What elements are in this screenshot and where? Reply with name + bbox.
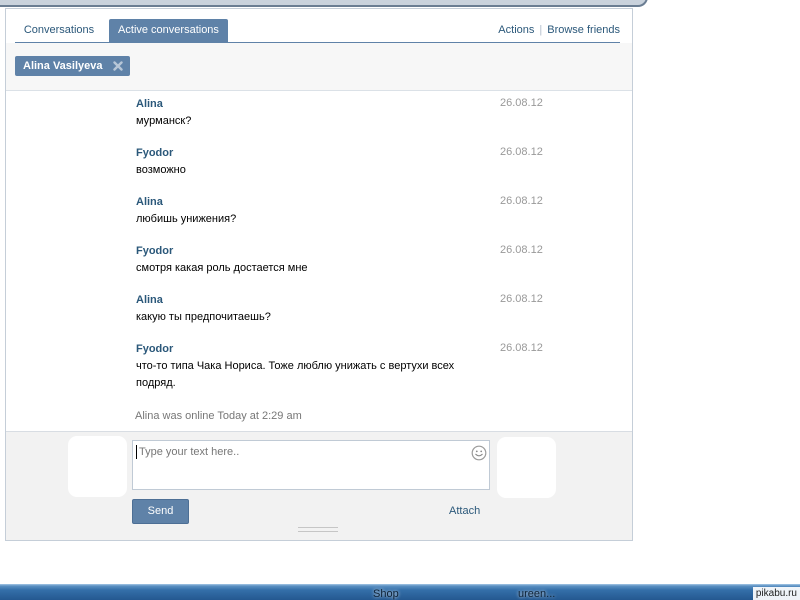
message-date: 26.08.12 — [500, 244, 543, 256]
header-actions: Actions | Browse friends — [498, 19, 620, 42]
message-date: 26.08.12 — [500, 195, 543, 207]
message-author[interactable]: Fyodor — [136, 340, 173, 358]
message-item[interactable]: Alina 26.08.12 любишь унижения? — [6, 193, 632, 242]
composer: Send Attach — [6, 431, 632, 540]
online-status: Alina was online Today at 2:29 am — [135, 410, 302, 422]
resize-grip[interactable] — [298, 527, 338, 532]
own-avatar[interactable] — [68, 436, 127, 497]
taskbar: Shop ureen... — [0, 584, 800, 600]
message-date: 26.08.12 — [500, 293, 543, 305]
message-author[interactable]: Alina — [136, 95, 163, 113]
recipient-chip-label: Alina Vasilyeva — [23, 60, 103, 72]
tab-active-conversations[interactable]: Active conversations — [109, 19, 228, 42]
message-text: что-то типа Чака Нориса. Тоже люблю униж… — [136, 360, 455, 389]
recipient-bar: Alina Vasilyeva — [6, 43, 632, 91]
browse-friends-link[interactable]: Browse friends — [547, 24, 620, 36]
smiley-icon[interactable] — [471, 445, 487, 461]
message-author[interactable]: Fyodor — [136, 144, 173, 162]
message-text: любишь унижения? — [136, 213, 237, 225]
message-author[interactable]: Alina — [136, 291, 163, 309]
close-icon[interactable] — [113, 61, 123, 71]
message-date: 26.08.12 — [500, 146, 543, 158]
link-separator: | — [539, 24, 543, 36]
contact-avatar[interactable] — [497, 437, 556, 498]
message-item[interactable]: Alina 26.08.12 какую ты предпочитаешь? — [6, 291, 632, 340]
message-item[interactable]: Fyodor 26.08.12 что-то типа Чака Нориса.… — [6, 340, 632, 389]
taskbar-button[interactable]: ureen... — [518, 587, 555, 600]
message-item[interactable]: Fyodor 26.08.12 смотря какая роль достае… — [6, 242, 632, 291]
message-author[interactable]: Fyodor — [136, 242, 173, 260]
messages-panel: Conversations Active conversations Actio… — [5, 8, 633, 541]
taskbar-button[interactable]: Shop — [373, 587, 399, 600]
screen: Conversations Active conversations Actio… — [0, 0, 800, 600]
send-button[interactable]: Send — [132, 499, 189, 524]
message-input-wrapper — [132, 440, 490, 490]
actions-link[interactable]: Actions — [498, 24, 534, 36]
message-text: мурманск? — [136, 115, 192, 127]
message-text: смотря какая роль достается мне — [136, 262, 308, 274]
tab-bar: Conversations Active conversations Actio… — [15, 19, 620, 43]
message-date: 26.08.12 — [500, 97, 543, 109]
message-list[interactable]: Alina 26.08.12 мурманск? Fyodor 26.08.12… — [6, 91, 632, 431]
recipient-chip[interactable]: Alina Vasilyeva — [15, 56, 130, 76]
watermark: pikabu.ru — [752, 587, 800, 600]
text-cursor — [136, 445, 137, 459]
message-item[interactable]: Alina 26.08.12 мурманск? — [6, 95, 632, 144]
message-item[interactable]: Fyodor 26.08.12 возможно — [6, 144, 632, 193]
message-date: 26.08.12 — [500, 342, 543, 354]
message-text: какую ты предпочитаешь? — [136, 311, 271, 323]
message-input[interactable] — [132, 440, 490, 490]
tab-conversations[interactable]: Conversations — [15, 19, 103, 42]
message-text: возможно — [136, 164, 186, 176]
attach-link[interactable]: Attach — [449, 503, 480, 520]
message-author[interactable]: Alina — [136, 193, 163, 211]
window-frame-edge — [0, 0, 648, 7]
